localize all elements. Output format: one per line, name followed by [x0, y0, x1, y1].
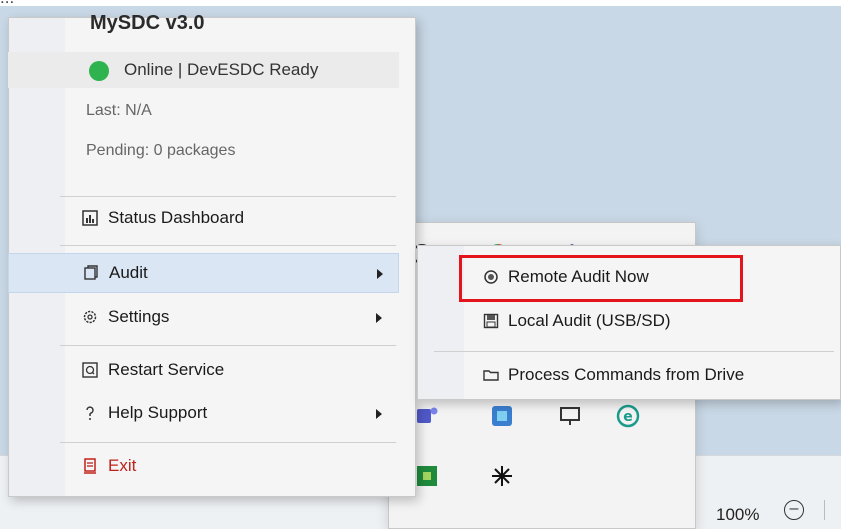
green-app-icon[interactable]	[414, 463, 440, 489]
menu-item-exit[interactable]: Exit	[8, 447, 399, 487]
eset-icon[interactable]: e	[615, 403, 641, 429]
annotation-highlight-box	[459, 255, 743, 302]
submenu-item-local-audit[interactable]: Local Audit (USB/SD)	[458, 302, 841, 342]
menu-item-label: Help Support	[108, 403, 208, 422]
menu-separator	[60, 245, 396, 246]
pending-packages-text: Pending: 0 packages	[86, 142, 236, 159]
menu-item-help-support[interactable]: Help Support	[8, 394, 399, 434]
svg-text:e: e	[623, 409, 633, 425]
monitor-icon[interactable]	[557, 403, 583, 429]
menu-separator	[60, 442, 396, 443]
folder-icon	[483, 367, 499, 383]
online-status-icon	[89, 61, 109, 81]
menu-title: MySDC v3.0	[90, 12, 205, 34]
help-icon	[82, 405, 98, 421]
background-window-text: ...	[0, 0, 841, 6]
gear-icon	[82, 309, 98, 325]
status-text: Online | DevESDC Ready	[124, 60, 319, 79]
zoom-level: 100%	[716, 505, 760, 524]
submenu-arrow-icon	[377, 269, 383, 279]
restart-icon	[82, 362, 98, 378]
menu-item-settings[interactable]: Settings	[8, 298, 399, 338]
submenu-separator	[434, 351, 834, 352]
menu-item-label: Exit	[108, 456, 137, 475]
menu-item-status-dashboard[interactable]: Status Dashboard	[8, 199, 399, 239]
last-audit-text: Last: N/A	[86, 102, 152, 119]
menu-item-label: Status Dashboard	[108, 208, 245, 227]
menu-item-audit[interactable]: Audit	[8, 253, 399, 293]
submenu-item-process-commands[interactable]: Process Commands from Drive	[458, 356, 841, 396]
app-icon[interactable]	[489, 403, 515, 429]
menu-separator	[60, 196, 396, 197]
zoom-out-icon[interactable]: –	[784, 500, 804, 520]
submenu-item-label: Process Commands from Drive	[508, 365, 745, 384]
submenu-item-label: Local Audit (USB/SD)	[508, 311, 671, 330]
zoom-slider-edge[interactable]	[824, 500, 841, 520]
floppy-icon	[483, 313, 499, 329]
submenu-arrow-icon	[376, 409, 382, 419]
spark-icon[interactable]	[489, 463, 515, 489]
menu-item-label: Audit	[109, 263, 148, 282]
menu-item-label: Settings	[108, 307, 170, 326]
bar-chart-icon	[82, 210, 98, 226]
top-strip-text: ...	[0, 0, 14, 6]
submenu-arrow-icon	[376, 313, 382, 323]
teams-icon[interactable]	[414, 403, 440, 429]
menu-item-label: Restart Service	[108, 360, 225, 379]
menu-separator	[60, 345, 396, 346]
audit-icon	[83, 265, 99, 281]
exit-icon	[82, 458, 98, 474]
menu-item-restart-service[interactable]: Restart Service	[8, 351, 399, 391]
